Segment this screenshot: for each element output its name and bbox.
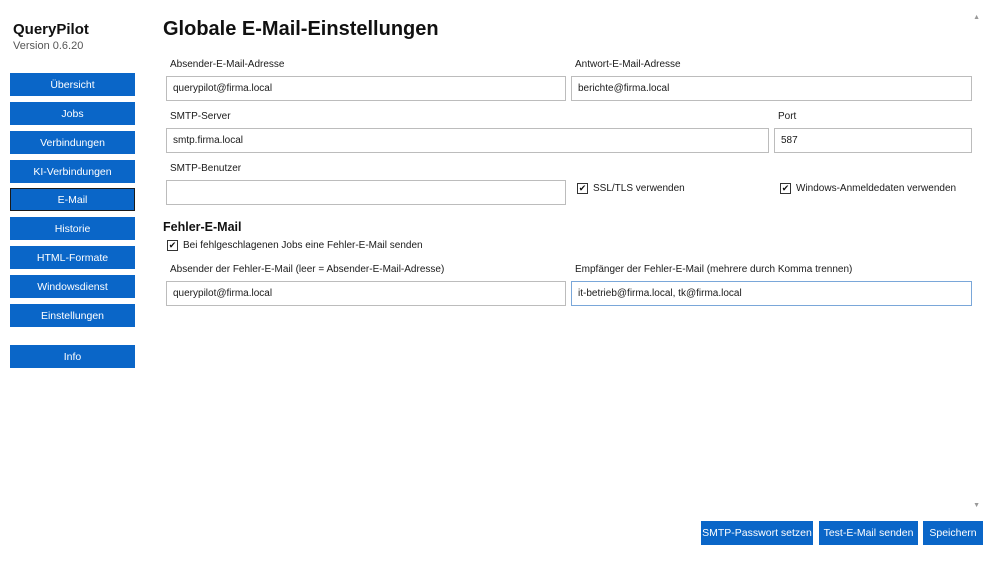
port-input[interactable]: 587 [774,128,972,153]
error-mail-section-title: Fehler-E-Mail [163,220,242,234]
ssl-tls-checkbox-row[interactable]: ✔ SSL/TLS verwenden [577,183,685,194]
windows-creds-label: Windows-Anmeldedaten verwenden [796,183,957,194]
reply-email-input[interactable]: berichte@firma.local [571,76,972,101]
reply-email-label: Antwort-E-Mail-Adresse [575,59,681,70]
windows-creds-checkbox[interactable]: ✔ [780,183,791,194]
sender-email-label: Absender-E-Mail-Adresse [170,59,285,70]
nav-historie-button[interactable]: Historie [10,217,135,240]
error-sender-label: Absender der Fehler-E-Mail (leer = Absen… [170,264,445,275]
nav-ki-verbindungen-button[interactable]: KI-Verbindungen [10,160,135,183]
send-test-email-button[interactable]: Test-E-Mail senden [819,521,918,545]
sidebar: QueryPilot Version 0.6.20 Übersicht Jobs… [0,0,148,561]
error-sender-input[interactable]: querypilot@firma.local [166,281,566,306]
nav-jobs-button[interactable]: Jobs [10,102,135,125]
app-name: QueryPilot [13,21,89,38]
smtp-user-input[interactable] [166,180,566,205]
sender-email-input[interactable]: querypilot@firma.local [166,76,566,101]
nav-einstellungen-button[interactable]: Einstellungen [10,304,135,327]
port-label: Port [778,111,797,122]
set-smtp-password-button[interactable]: SMTP-Passwort setzen [701,521,813,545]
ssl-tls-label: SSL/TLS verwenden [593,183,685,194]
page-title: Globale E-Mail-Einstellungen [163,18,439,40]
send-on-fail-checkbox[interactable]: ✔ [167,240,178,251]
nav-info-button[interactable]: Info [10,345,135,368]
send-on-fail-checkbox-row[interactable]: ✔ Bei fehlgeschlagenen Jobs eine Fehler-… [167,240,423,251]
smtp-server-label: SMTP-Server [170,111,231,122]
error-recipients-input[interactable]: it-betrieb@firma.local, tk@firma.local [571,281,972,306]
nav-uebersicht-button[interactable]: Übersicht [10,73,135,96]
ssl-tls-checkbox[interactable]: ✔ [577,183,588,194]
nav-windowsdienst-button[interactable]: Windowsdienst [10,275,135,298]
windows-creds-checkbox-row[interactable]: ✔ Windows-Anmeldedaten verwenden [780,183,956,194]
error-recipients-label: Empfänger der Fehler-E-Mail (mehrere dur… [575,264,853,275]
smtp-user-label: SMTP-Benutzer [170,163,242,174]
scroll-down-icon[interactable]: ▼ [973,502,980,509]
smtp-server-input[interactable]: smtp.firma.local [166,128,769,153]
nav-email-button[interactable]: E-Mail [10,188,135,211]
scroll-up-icon[interactable]: ▲ [973,14,980,21]
save-button[interactable]: Speichern [923,521,983,545]
app-version: Version 0.6.20 [13,40,84,52]
nav-verbindungen-button[interactable]: Verbindungen [10,131,135,154]
nav-html-formate-button[interactable]: HTML-Formate [10,246,135,269]
send-on-fail-label: Bei fehlgeschlagenen Jobs eine Fehler-E-… [183,240,423,251]
